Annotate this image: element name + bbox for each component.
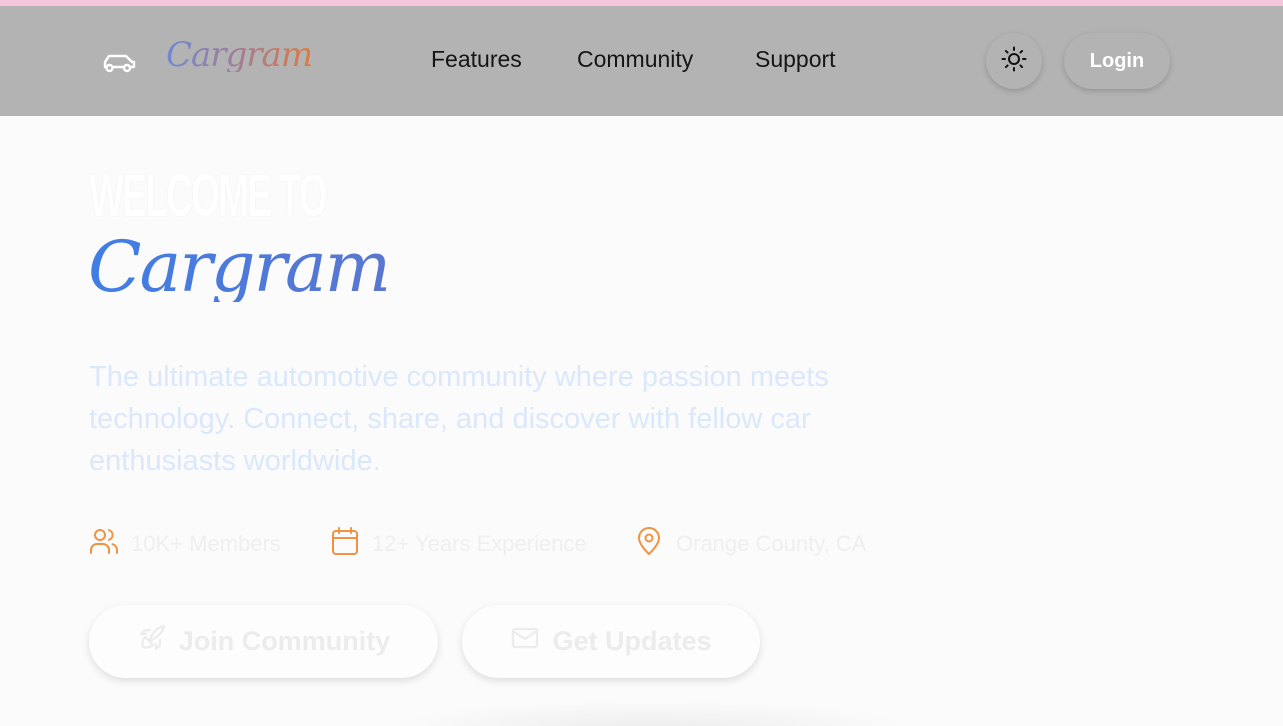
bottom-glow-decoration	[380, 700, 920, 726]
join-community-label: Join Community	[178, 626, 391, 656]
stat-experience: 12+ Years Experience	[330, 526, 587, 561]
get-updates-label: Get Updates	[552, 626, 712, 656]
sun-icon	[1001, 46, 1027, 77]
nav-link-support[interactable]: Support	[755, 46, 836, 73]
stat-members-text: 10K+ Members	[131, 530, 281, 556]
nav-link-community[interactable]: Community	[577, 46, 693, 73]
stat-location-text: Orange County, CA	[676, 530, 867, 556]
hero-tagline: The ultimate automotive community where …	[89, 361, 829, 477]
hero-title: Cargram	[88, 226, 391, 308]
mail-icon	[510, 623, 540, 660]
hero-eyebrow: WELCOME TO	[89, 162, 328, 229]
users-icon	[89, 526, 119, 561]
calendar-icon	[330, 526, 360, 561]
brand-logo[interactable]: Cargram	[166, 38, 313, 72]
car-icon[interactable]	[101, 50, 137, 76]
theme-toggle-button[interactable]	[986, 33, 1042, 89]
login-button[interactable]: Login	[1064, 33, 1170, 89]
map-pin-icon	[634, 526, 664, 561]
rocket-icon	[137, 623, 167, 660]
nav-link-features[interactable]: Features	[431, 46, 522, 73]
stat-members: 10K+ Members	[89, 526, 281, 561]
stat-location: Orange County, CA	[634, 526, 866, 561]
stat-experience-text: 12+ Years Experience	[372, 530, 587, 556]
navbar: Cargram Features Community Support Login	[0, 6, 1283, 116]
join-community-button[interactable]: Join Community	[89, 605, 438, 678]
get-updates-button[interactable]: Get Updates	[462, 605, 760, 678]
